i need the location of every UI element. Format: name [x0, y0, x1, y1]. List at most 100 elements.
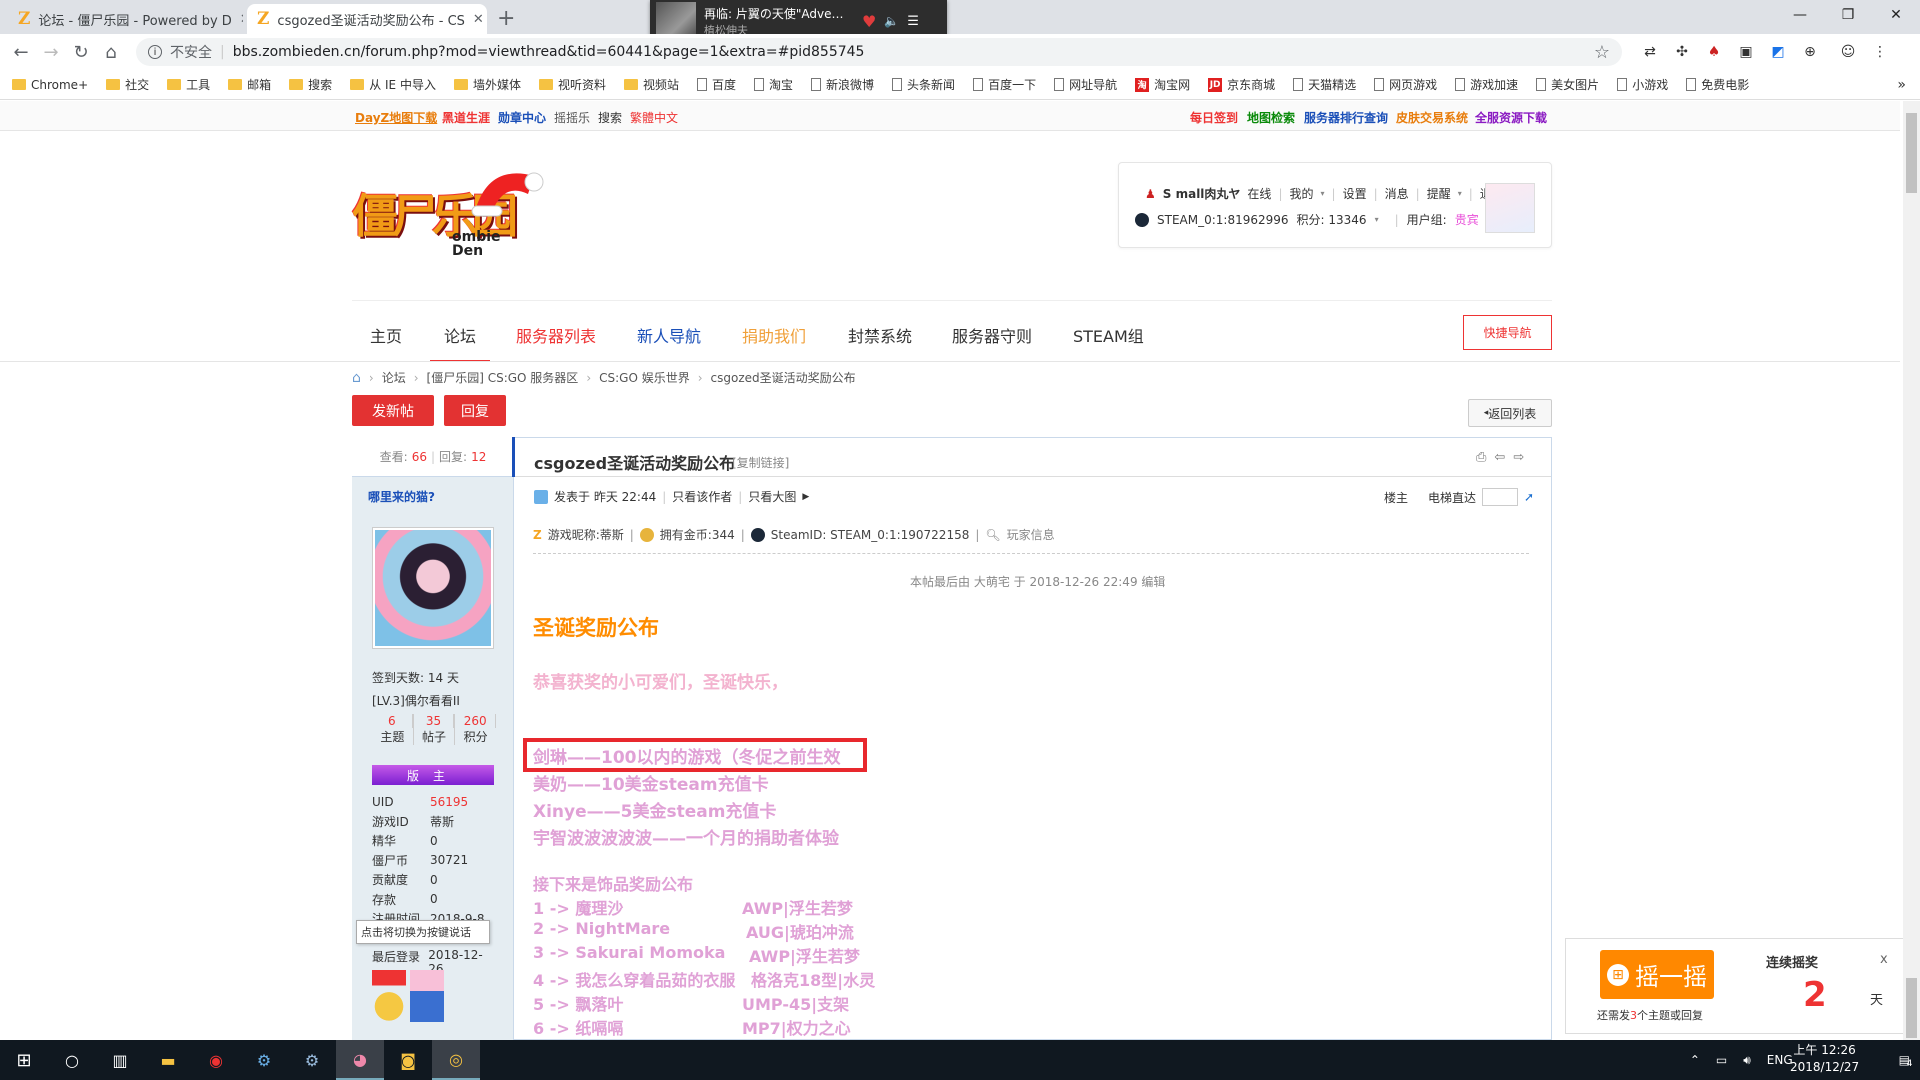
home-icon[interactable]: ⌂ — [352, 370, 361, 386]
chrome-icon[interactable]: ◎ — [432, 1040, 480, 1080]
home-icon[interactable]: ⌂ — [96, 42, 126, 63]
online-status[interactable]: 在线 — [1247, 185, 1271, 202]
volume-icon[interactable]: 🔊︎ — [1743, 1053, 1751, 1068]
nav-forum[interactable]: 论坛 — [444, 323, 476, 347]
bookmark-item[interactable]: 新浪微博 — [811, 76, 874, 93]
user-points[interactable]: 积分: 13346 — [1297, 211, 1367, 228]
app-icon[interactable]: ◙ — [384, 1040, 432, 1080]
menu-dots-icon[interactable]: ⋮ — [1866, 38, 1894, 66]
print-icon[interactable]: ⎙ — [1476, 450, 1486, 465]
next-thread-icon[interactable]: ⇨ — [1513, 450, 1524, 465]
floor-input[interactable] — [1482, 488, 1519, 506]
bookmark-item[interactable]: 小游戏 — [1617, 76, 1668, 93]
search-icon[interactable]: ○ — [48, 1040, 96, 1080]
profile-value[interactable]: 56195 — [430, 795, 468, 809]
heart-icon[interactable]: ♥ — [862, 12, 876, 31]
copy-link[interactable]: [复制链接] — [732, 454, 789, 471]
reminders-link[interactable]: 提醒 — [1427, 185, 1451, 202]
only-images-link[interactable]: 只看大图 — [748, 488, 796, 505]
profile-avatar[interactable]: ☺ — [1834, 38, 1862, 66]
only-author-link[interactable]: 只看该作者 — [672, 488, 732, 505]
bookmark-item[interactable]: 搜索 — [289, 76, 332, 93]
back-arrow-icon[interactable]: ← — [6, 42, 36, 63]
reply-button[interactable]: 回复 — [444, 395, 506, 426]
tab-close-icon[interactable]: ✕ — [473, 12, 484, 27]
bookmark-item[interactable]: 免费电影 — [1686, 76, 1749, 93]
bookmark-item[interactable]: 百度 — [697, 76, 736, 93]
info-icon[interactable]: i — [148, 45, 162, 59]
new-post-button[interactable]: 发新帖 — [352, 395, 434, 426]
network-icon[interactable]: ▭ — [1716, 1053, 1727, 1067]
bookmarks-more[interactable]: » — [1897, 77, 1906, 93]
toplink[interactable]: 勋章中心 — [498, 109, 546, 126]
address-bar[interactable]: i 不安全 | bbs.zombieden.cn/forum.php?mod=v… — [136, 38, 1622, 66]
stat-points[interactable]: 260 积分 — [455, 714, 497, 745]
nav-steam-group[interactable]: STEAM组 — [1073, 323, 1144, 347]
notification-icon[interactable]: ▤ 4 — [1899, 1053, 1913, 1069]
bookmark-item[interactable]: 游戏加速 — [1455, 76, 1518, 93]
extension-icon[interactable]: ✣ — [1668, 38, 1696, 66]
shake-close-icon[interactable]: x — [1880, 952, 1888, 967]
tab-forum[interactable]: Z 论坛 - 僵尸乐园 - Powered by D ✕ — [8, 4, 243, 34]
stat-posts[interactable]: 35 帖子 — [414, 714, 456, 745]
list-icon[interactable]: ☰ — [907, 14, 919, 29]
breadcrumb-item[interactable]: 论坛 — [382, 369, 406, 386]
clock[interactable]: 上午 12:26 2018/12/27 — [1790, 1042, 1859, 1076]
author-avatar[interactable] — [372, 527, 494, 649]
bookmark-item[interactable]: 社交 — [106, 76, 149, 93]
toplink[interactable]: 全服资源下载 — [1475, 109, 1547, 126]
extension-icon[interactable]: ◩ — [1764, 38, 1792, 66]
bookmark-item[interactable]: Chrome+ — [12, 78, 88, 92]
toplink[interactable]: 每日签到 — [1190, 109, 1238, 126]
file-explorer-icon[interactable]: ▬ — [144, 1040, 192, 1080]
toplink[interactable]: 摇摇乐 — [554, 109, 590, 126]
app-icon[interactable]: ◕ — [336, 1040, 384, 1080]
task-view-icon[interactable]: ▥ — [96, 1040, 144, 1080]
bookmark-item[interactable]: 墙外媒体 — [453, 76, 521, 93]
bookmark-item[interactable]: 视频站 — [623, 76, 679, 93]
toplink[interactable]: 地图检索 — [1247, 109, 1295, 126]
user-level[interactable]: [LV.3]偶尔看看II — [372, 692, 460, 709]
nav-ban-system[interactable]: 封禁系统 — [848, 323, 912, 347]
bookmark-item[interactable]: 天猫精选 — [1293, 76, 1356, 93]
nav-home[interactable]: 主页 — [370, 323, 402, 347]
medal-icon[interactable] — [410, 970, 444, 1022]
user-avatar[interactable] — [1485, 183, 1535, 233]
toplink[interactable]: 黑道生涯 — [442, 109, 490, 126]
reload-icon[interactable]: ↻ — [66, 42, 96, 63]
bookmark-item[interactable]: 从 IE 中导入 — [350, 76, 436, 93]
windows-start-icon[interactable]: ⊞ — [0, 1040, 48, 1080]
forward-arrow-icon[interactable]: → — [36, 42, 66, 63]
prev-thread-icon[interactable]: ⇦ — [1494, 450, 1505, 465]
scrollbar-thumb[interactable] — [1906, 978, 1917, 1038]
extension-icon[interactable]: ▣ — [1732, 38, 1760, 66]
toplink[interactable]: 服务器排行查询 — [1304, 109, 1388, 126]
shake-button[interactable]: ⊞ 摇一摇 — [1600, 950, 1714, 999]
usergroup-value[interactable]: 贵宾 — [1455, 211, 1479, 228]
bookmark-item[interactable]: 工具 — [167, 76, 210, 93]
my-link[interactable]: 我的 — [1289, 185, 1313, 202]
scrollbar-thumb[interactable] — [1906, 113, 1917, 193]
messages-link[interactable]: 消息 — [1385, 185, 1409, 202]
go-icon[interactable]: ➚ — [1524, 490, 1534, 504]
back-to-list-button[interactable]: ◂ 返回列表 — [1468, 399, 1552, 427]
bookmark-item[interactable]: 视听资料 — [538, 76, 606, 93]
bookmark-item[interactable]: 百度一下 — [973, 76, 1036, 93]
medal-icon[interactable] — [372, 970, 406, 1022]
site-logo[interactable]: 僵尸乐园 ombie Den — [352, 158, 552, 268]
nav-server-list[interactable]: 服务器列表 — [516, 323, 596, 347]
steam-icon[interactable]: ⚙ — [240, 1040, 288, 1080]
player-info-link[interactable]: 玩家信息 — [1007, 526, 1055, 543]
close-window-icon[interactable]: ✕ — [1872, 0, 1920, 30]
bookmark-item[interactable]: 网页游戏 — [1374, 76, 1437, 93]
tab-close-icon[interactable]: ✕ — [240, 12, 243, 27]
bookmark-item[interactable]: JD 京东商城 — [1208, 76, 1275, 93]
nav-donate[interactable]: 捐助我们 — [742, 323, 806, 347]
username[interactable]: S mall肉丸ヤ — [1163, 185, 1241, 202]
quick-nav-button[interactable]: 快捷导航 — [1463, 315, 1552, 350]
new-tab-button[interactable]: + — [497, 6, 515, 31]
volume-icon[interactable]: 🔈 — [884, 14, 899, 28]
extension-icon[interactable]: ⇄ — [1636, 38, 1664, 66]
author-name[interactable]: 哪里来的猫? — [368, 488, 435, 505]
toplink[interactable]: 搜索 — [598, 109, 622, 126]
